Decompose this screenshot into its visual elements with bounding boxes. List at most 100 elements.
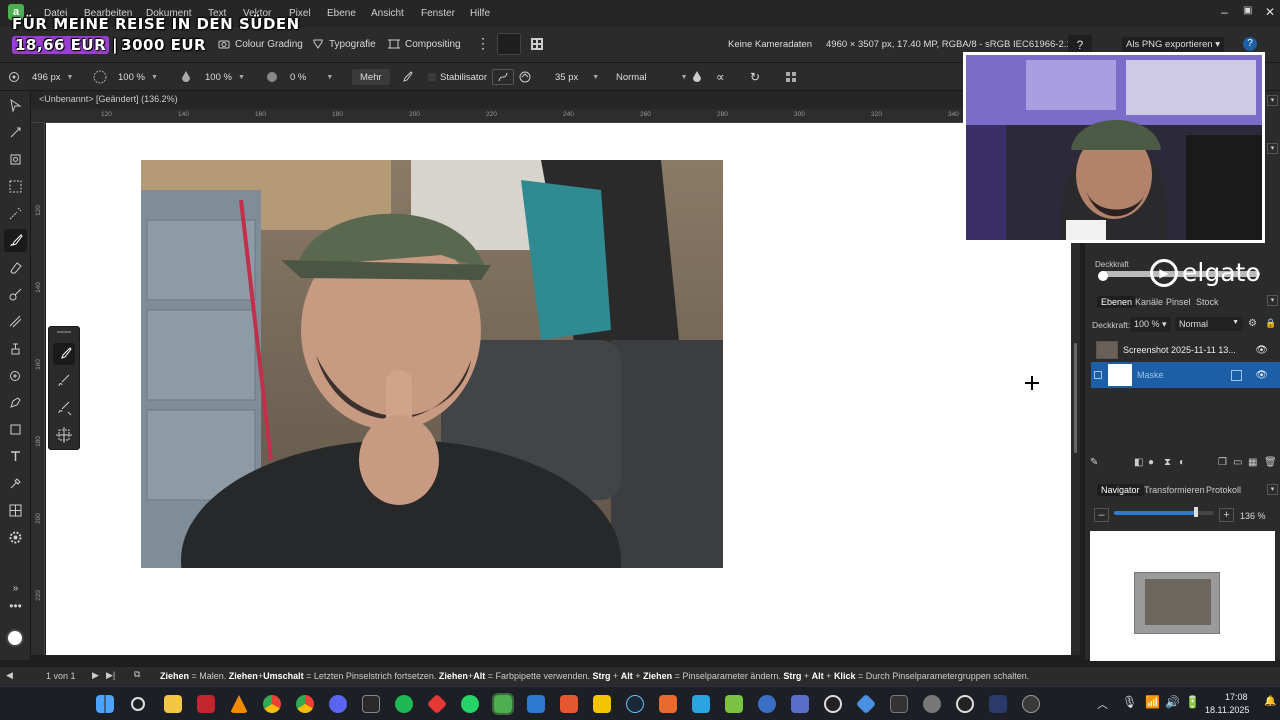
affinity-photo-icon[interactable]	[492, 693, 514, 715]
panel-collapse-icon[interactable]: ▾	[1267, 95, 1278, 106]
tab-stock[interactable]: Stock	[1196, 297, 1219, 307]
app-arrow-icon[interactable]	[956, 695, 974, 713]
tab-brushes[interactable]: Pinsel	[1166, 297, 1191, 307]
last-page-icon[interactable]: ▶|	[106, 670, 115, 681]
flow-field[interactable]: 100 % ▼	[205, 69, 245, 85]
mesh-warp-icon[interactable]	[4, 499, 27, 522]
live-filter-icon[interactable]: ⧗	[1164, 457, 1171, 468]
lock-icon[interactable]: 🔒	[1265, 318, 1276, 329]
smudge-brush-icon[interactable]	[4, 310, 27, 333]
wet-edges-icon[interactable]	[691, 69, 703, 85]
vlc-icon[interactable]	[230, 695, 248, 713]
document-tab[interactable]: <Unbenannt> [Geändert] (136.2%)	[31, 91, 1080, 109]
opacity-slider-thumb[interactable]	[1098, 271, 1108, 281]
selection-tool-icon[interactable]	[4, 175, 27, 198]
wifi-icon[interactable]: 📶	[1145, 695, 1160, 709]
window-mode-icon[interactable]	[518, 69, 532, 85]
menu-ebene[interactable]: Ebene	[327, 8, 356, 19]
panel-menu-icon[interactable]: ▾	[1267, 295, 1278, 306]
audio-app-icon[interactable]	[989, 695, 1007, 713]
info-icon[interactable]: ?	[1243, 37, 1257, 51]
menu-hilfe[interactable]: Hilfe	[470, 8, 490, 19]
app-green-icon[interactable]	[725, 695, 743, 713]
app-cloud-icon[interactable]	[791, 695, 809, 713]
fx-icon[interactable]: ●	[1148, 457, 1154, 468]
layer-row[interactable]: Screenshot 2025-11-11 13... 👁	[1091, 338, 1280, 362]
menu-ansicht[interactable]: Ansicht	[371, 8, 404, 19]
layer-opacity-field[interactable]: 100 % ▾	[1130, 317, 1171, 332]
next-page-icon[interactable]: ▶	[92, 670, 99, 681]
view-tool-icon[interactable]	[4, 121, 27, 144]
flyout-handle[interactable]	[57, 331, 71, 333]
crop-tool-icon[interactable]	[4, 148, 27, 171]
selection-brush-icon[interactable]	[4, 202, 27, 225]
close-icon[interactable]: ✕	[1265, 5, 1275, 19]
battery-icon[interactable]: 🔋	[1185, 695, 1200, 709]
clock-date[interactable]: 18.11.2025	[1205, 705, 1249, 715]
layer-row-selected[interactable]: Maske 👁	[1091, 362, 1280, 388]
whatsapp-icon[interactable]	[461, 695, 479, 713]
color-replace-brush-icon[interactable]	[53, 397, 75, 419]
blend-mode-select[interactable]: Normal ▼	[616, 69, 688, 85]
layer-blend-select[interactable]: Normal ▼	[1175, 317, 1243, 331]
export-button[interactable]: Als PNG exportieren ▾	[1122, 37, 1225, 52]
app-dark-icon[interactable]	[890, 695, 908, 713]
app-globe-icon[interactable]	[758, 695, 776, 713]
settings-icon[interactable]	[923, 695, 941, 713]
symmetry-icon[interactable]	[785, 69, 797, 85]
paint-brush-icon[interactable]	[4, 229, 27, 252]
file-explorer-icon[interactable]	[164, 695, 182, 713]
app-yellow-icon[interactable]	[593, 695, 611, 713]
zoom-slider[interactable]	[1114, 511, 1214, 515]
pixel-layer-icon[interactable]: ▦	[1248, 457, 1257, 468]
brush-settings-icon[interactable]	[8, 69, 20, 85]
chrome-icon-2[interactable]	[296, 695, 314, 713]
symmetry-brush-icon[interactable]	[53, 424, 75, 446]
photo-layer[interactable]	[141, 160, 723, 568]
notification-icon[interactable]: 🔔	[1264, 696, 1276, 707]
panel-menu-icon[interactable]: ▾	[1267, 484, 1278, 495]
visibility-eye-icon[interactable]: 👁	[1255, 370, 1268, 381]
clock-time[interactable]: 17:08	[1225, 692, 1248, 702]
menu-fenster[interactable]: Fenster	[421, 8, 455, 19]
app-diamond-icon[interactable]	[855, 693, 877, 715]
app-grid-icon[interactable]	[1022, 695, 1040, 713]
panel-collapse-icon[interactable]: ▾	[1267, 143, 1278, 154]
more-tools-icon[interactable]: •••	[4, 594, 27, 617]
rope-mode-icon[interactable]	[492, 69, 514, 85]
opacity-field[interactable]: 100 % ▼	[118, 69, 158, 85]
tab-layers[interactable]: Ebenen	[1097, 296, 1137, 308]
hardness-field[interactable]: 0 % ▼	[290, 69, 333, 85]
tab-transform[interactable]: Transformieren	[1144, 485, 1205, 495]
pixel-brush-icon[interactable]	[53, 370, 75, 392]
zoom-out-button[interactable]: –	[1094, 508, 1109, 522]
edit-layer-icon[interactable]: ✎	[1090, 457, 1098, 468]
discord-icon[interactable]	[329, 695, 347, 713]
app-blue-icon[interactable]	[692, 695, 710, 713]
stabilizer-toggle[interactable]: Stabilisator	[428, 69, 487, 85]
more-button[interactable]: Mehr	[352, 69, 390, 85]
page-options-icon[interactable]: ⧉	[134, 669, 140, 680]
navigator-preview[interactable]	[1090, 531, 1275, 661]
blend-ranges-icon[interactable]: ◐	[1179, 457, 1185, 468]
spotify-icon[interactable]	[395, 695, 413, 713]
add-layer-icon[interactable]: ❐	[1218, 457, 1227, 468]
minimize-icon[interactable]: –	[1221, 5, 1228, 19]
compositing-button[interactable]: Compositing	[388, 38, 461, 50]
tab-channels[interactable]: Kanäle	[1135, 297, 1163, 307]
group-icon[interactable]: ▭	[1233, 457, 1242, 468]
windows-start-icon[interactable]	[96, 695, 114, 713]
delete-layer-icon[interactable]: 🗑	[1264, 457, 1277, 468]
move-tool-icon[interactable]	[4, 94, 27, 117]
zoom-slider-thumb[interactable]	[1194, 507, 1198, 517]
clone-brush-icon[interactable]	[4, 337, 27, 360]
paint-brush-option-icon[interactable]	[53, 343, 75, 365]
more-options-icon[interactable]: ⋮	[476, 35, 490, 52]
app-orange-icon[interactable]	[659, 695, 677, 713]
snapshot-button[interactable]	[497, 33, 521, 55]
vscode-icon[interactable]	[527, 695, 545, 713]
width-field[interactable]: 496 px ▼	[32, 69, 73, 85]
adjustment-icon[interactable]: ◧	[1134, 457, 1143, 468]
typography-button[interactable]: Typografie	[312, 38, 376, 50]
obs-icon[interactable]	[824, 695, 842, 713]
